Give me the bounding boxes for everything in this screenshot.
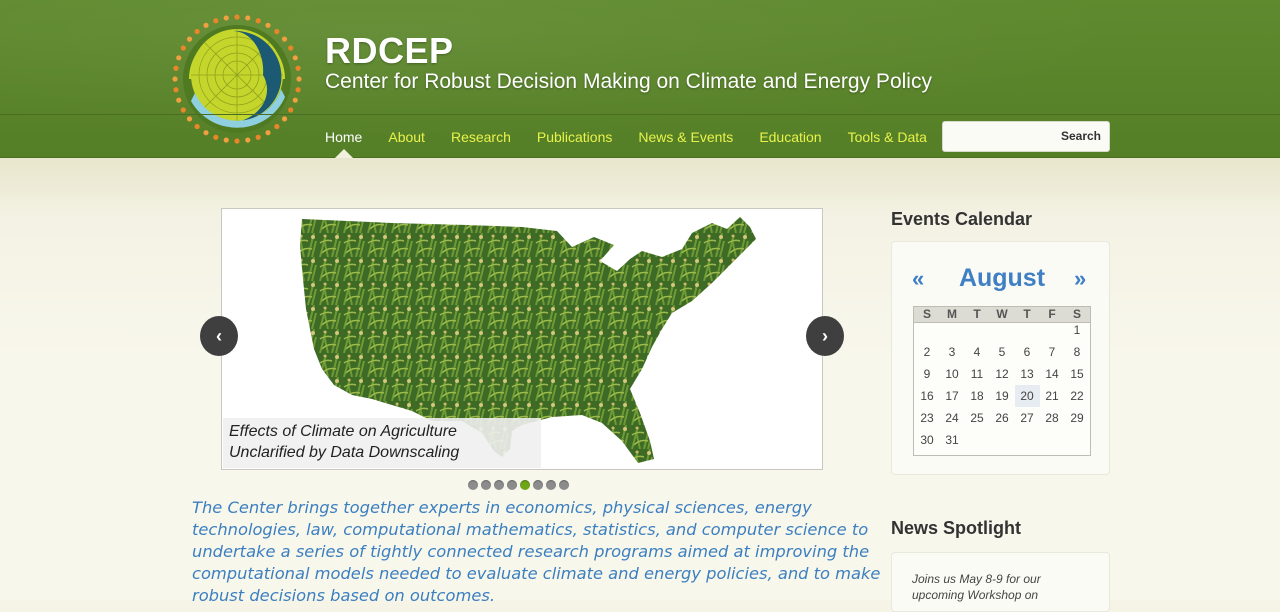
slider-dot[interactable] bbox=[494, 480, 504, 490]
calendar-day[interactable]: 27 bbox=[1015, 407, 1040, 429]
calendar-day[interactable]: 2 bbox=[915, 341, 940, 363]
slide-caption-line1: Effects of Climate on Agriculture bbox=[229, 423, 457, 440]
events-calendar-heading: Events Calendar bbox=[891, 209, 1033, 229]
calendar-day[interactable]: 10 bbox=[940, 363, 965, 385]
calendar-next-month-button[interactable]: » bbox=[1074, 266, 1086, 292]
search-input[interactable] bbox=[949, 127, 1053, 149]
calendar-day[interactable]: 20 bbox=[1014, 385, 1040, 407]
calendar-day[interactable]: 31 bbox=[940, 429, 965, 451]
nav-tools-data[interactable]: Tools & Data bbox=[848, 122, 927, 152]
nav-education[interactable]: Education bbox=[759, 122, 821, 152]
calendar-day[interactable]: 5 bbox=[990, 341, 1015, 363]
calendar-weekday: S bbox=[922, 307, 931, 321]
calendar-grid: SMTWTFS 1 2 3 4 5 6 7 8 9 10 11 12 13 14 15 16 17 18 19 20 2… bbox=[913, 306, 1091, 456]
main-nav: Home About Research Publications News & … bbox=[325, 122, 953, 158]
calendar-day[interactable]: 9 bbox=[915, 363, 940, 385]
news-spotlight-heading: News Spotlight bbox=[891, 518, 1021, 538]
nav-research[interactable]: Research bbox=[451, 122, 511, 152]
slider-next-button[interactable]: › bbox=[806, 316, 844, 356]
calendar-day[interactable]: 6 bbox=[1015, 341, 1040, 363]
search-button[interactable]: Search bbox=[1061, 122, 1101, 151]
image-slider[interactable]: Effects of Climate on Agriculture Unclar… bbox=[221, 208, 823, 470]
calendar-weekday: F bbox=[1048, 307, 1056, 321]
calendar-day[interactable]: 3 bbox=[940, 341, 965, 363]
site-header: RDCEP Center for Robust Decision Making … bbox=[0, 0, 1280, 158]
site-title[interactable]: RDCEP bbox=[325, 30, 454, 72]
calendar-day[interactable]: 4 bbox=[965, 341, 990, 363]
calendar-day[interactable]: 12 bbox=[990, 363, 1015, 385]
slider-dot[interactable] bbox=[546, 480, 556, 490]
calendar-day[interactable]: 16 bbox=[915, 385, 940, 407]
calendar-weekday: T bbox=[1023, 307, 1031, 321]
slider-dot[interactable] bbox=[520, 480, 530, 490]
calendar-weekday: M bbox=[947, 307, 957, 321]
calendar-day[interactable]: 18 bbox=[965, 385, 990, 407]
calendar-day[interactable]: 8 bbox=[1065, 341, 1090, 363]
calendar-day[interactable]: 1 bbox=[1065, 319, 1090, 341]
nav-news-events[interactable]: News & Events bbox=[638, 122, 733, 152]
calendar-day[interactable]: 14 bbox=[1040, 363, 1065, 385]
calendar-day[interactable]: 25 bbox=[965, 407, 990, 429]
calendar-day[interactable]: 28 bbox=[1040, 407, 1065, 429]
calendar-day[interactable]: 22 bbox=[1065, 385, 1090, 407]
calendar-day[interactable]: 17 bbox=[940, 385, 965, 407]
calendar-day[interactable]: 19 bbox=[990, 385, 1015, 407]
calendar-day[interactable]: 24 bbox=[940, 407, 965, 429]
slider-pagination bbox=[468, 480, 572, 490]
calendar-day[interactable]: 21 bbox=[1040, 385, 1065, 407]
calendar-day[interactable]: 13 bbox=[1015, 363, 1040, 385]
intro-text: The Center brings together experts in ec… bbox=[192, 498, 881, 605]
calendar-day[interactable]: 26 bbox=[990, 407, 1015, 429]
chevron-right-icon: › bbox=[822, 326, 828, 346]
nav-publications[interactable]: Publications bbox=[537, 122, 613, 152]
slider-dot[interactable] bbox=[559, 480, 569, 490]
slider-dot[interactable] bbox=[468, 480, 478, 490]
slider-dot[interactable] bbox=[507, 480, 517, 490]
site-tagline: Center for Robust Decision Making on Cli… bbox=[325, 70, 932, 93]
calendar-day[interactable]: 29 bbox=[1065, 407, 1090, 429]
calendar-day[interactable]: 15 bbox=[1065, 363, 1090, 385]
calendar-month-title: August bbox=[958, 264, 1046, 292]
chevron-left-icon: ‹ bbox=[216, 326, 222, 346]
slider-dot[interactable] bbox=[481, 480, 491, 490]
search-form: Search bbox=[942, 121, 1110, 152]
slide-caption-line2: Unclarified by Data Downscaling bbox=[229, 444, 460, 461]
rdcep-logo[interactable] bbox=[171, 13, 303, 145]
calendar-day[interactable]: 11 bbox=[965, 363, 990, 385]
events-calendar: « August » SMTWTFS 1 2 3 4 5 6 7 8 9 10 11 12 13 14 15… bbox=[891, 241, 1110, 475]
news-spotlight: Joins us May 8-9 for our upcoming Worksh… bbox=[891, 552, 1110, 612]
nav-home[interactable]: Home bbox=[325, 122, 362, 158]
calendar-day[interactable]: 30 bbox=[915, 429, 940, 451]
news-spotlight-text[interactable]: Joins us May 8-9 for our upcoming Worksh… bbox=[912, 571, 1092, 603]
nav-about[interactable]: About bbox=[388, 122, 425, 152]
calendar-weekday: W bbox=[996, 307, 1008, 321]
calendar-day[interactable]: 7 bbox=[1040, 341, 1065, 363]
slider-prev-button[interactable]: ‹ bbox=[200, 316, 238, 356]
calendar-day[interactable]: 23 bbox=[915, 407, 940, 429]
slide-caption[interactable]: Effects of Climate on Agriculture Unclar… bbox=[223, 418, 541, 468]
calendar-weekday: T bbox=[973, 307, 981, 321]
slider-dot[interactable] bbox=[533, 480, 543, 490]
calendar-prev-month-button[interactable]: « bbox=[912, 266, 924, 292]
